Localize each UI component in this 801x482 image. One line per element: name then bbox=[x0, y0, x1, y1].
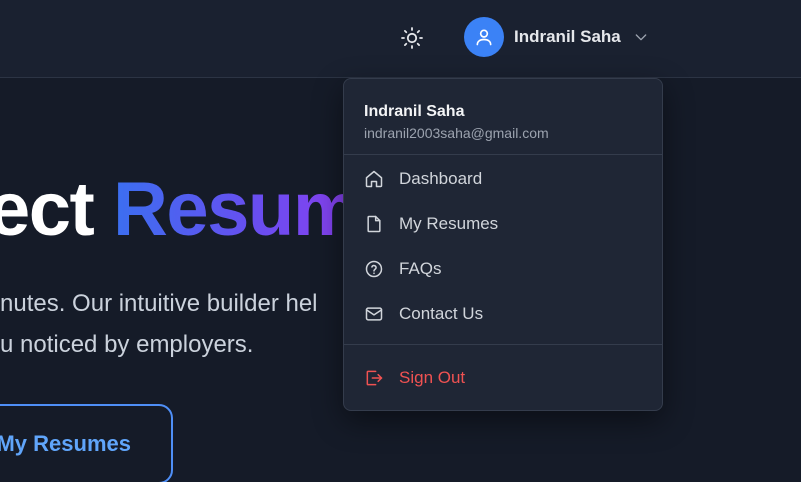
top-navbar: Indranil Saha bbox=[0, 0, 801, 78]
menu-item-faqs[interactable]: FAQs bbox=[344, 246, 662, 291]
file-icon bbox=[364, 214, 384, 234]
dropdown-items: Dashboard My Resumes FAQs Contact Us bbox=[344, 155, 662, 336]
my-resumes-cta-button[interactable]: My Resumes bbox=[0, 404, 173, 482]
sun-icon bbox=[401, 27, 423, 49]
menu-item-label: My Resumes bbox=[399, 213, 499, 233]
chevron-down-icon bbox=[633, 29, 649, 45]
dropdown-user-email: indranil2003saha@gmail.com bbox=[364, 125, 549, 141]
user-icon bbox=[476, 29, 492, 46]
dropdown-user-info: Indranil Saha indranil2003saha@gmail.com bbox=[344, 79, 662, 155]
user-name: Indranil Saha bbox=[514, 27, 621, 46]
home-icon bbox=[364, 169, 384, 189]
menu-item-label: FAQs bbox=[399, 258, 442, 278]
hero-description-line-1: nutes. Our intuitive builder hel bbox=[0, 290, 318, 317]
theme-toggle-button[interactable] bbox=[396, 22, 428, 54]
menu-item-label: Dashboard bbox=[399, 168, 483, 188]
mail-icon bbox=[364, 304, 384, 324]
sign-out-button[interactable]: Sign Out bbox=[344, 345, 662, 411]
avatar bbox=[464, 17, 504, 57]
menu-item-dashboard[interactable]: Dashboard bbox=[344, 156, 662, 201]
help-circle-icon bbox=[364, 259, 384, 279]
menu-item-my-resumes[interactable]: My Resumes bbox=[344, 201, 662, 246]
dropdown-user-name: Indranil Saha bbox=[364, 103, 465, 120]
menu-item-label: Contact Us bbox=[399, 303, 484, 323]
hero-description-line-2: u noticed by employers. bbox=[0, 331, 254, 358]
user-menu-button[interactable]: Indranil Saha bbox=[464, 17, 649, 57]
sign-out-icon bbox=[364, 368, 384, 388]
hero-title: ect Resum bbox=[0, 172, 360, 248]
hero-title-plain: ect bbox=[0, 167, 95, 252]
user-dropdown-menu: Indranil Saha indranil2003saha@gmail.com… bbox=[343, 78, 663, 411]
menu-item-contact-us[interactable]: Contact Us bbox=[344, 291, 662, 336]
hero-title-gradient: Resum bbox=[112, 167, 360, 252]
sign-out-label: Sign Out bbox=[399, 368, 466, 387]
